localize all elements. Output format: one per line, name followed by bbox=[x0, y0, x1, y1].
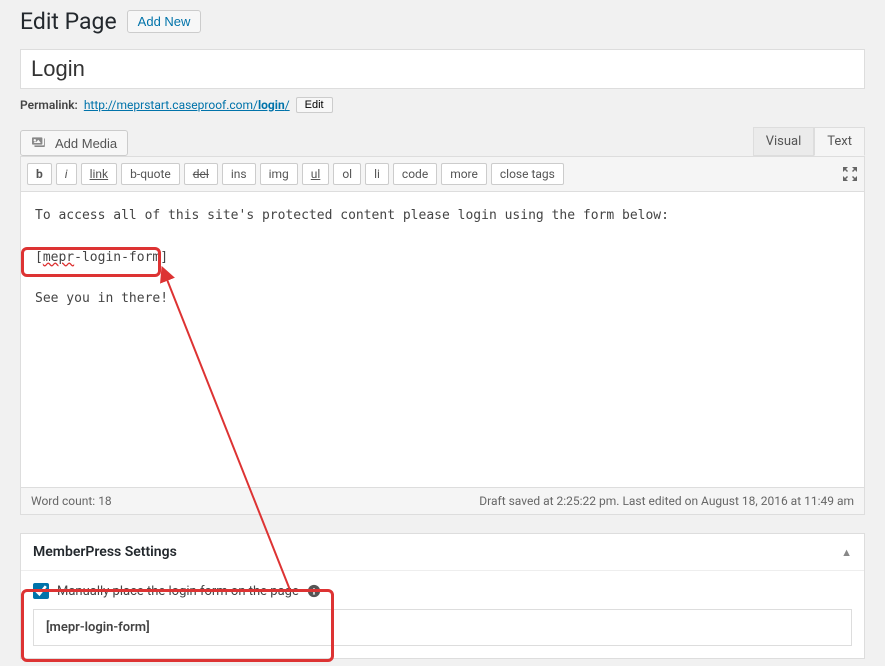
metabox-title: MemberPress Settings bbox=[33, 544, 177, 560]
permalink-label: Permalink: bbox=[20, 98, 78, 112]
toolbar-ins[interactable]: ins bbox=[222, 163, 256, 185]
tab-visual[interactable]: Visual bbox=[753, 127, 815, 156]
toolbar-ol[interactable]: ol bbox=[333, 163, 361, 185]
toolbar-li[interactable]: li bbox=[365, 163, 389, 185]
word-count-label: Word count: bbox=[31, 494, 98, 508]
permalink-link[interactable]: http://meprstart.caseproof.com/login/ bbox=[84, 98, 290, 112]
page-title: Edit Page bbox=[20, 8, 117, 35]
toolbar-i[interactable]: i bbox=[56, 163, 77, 185]
media-icon bbox=[31, 135, 49, 151]
toolbar-bquote[interactable]: b-quote bbox=[121, 163, 180, 185]
permalink-row: Permalink: http://meprstart.caseproof.co… bbox=[20, 97, 865, 113]
toolbar-more[interactable]: more bbox=[441, 163, 487, 185]
toolbar-b[interactable]: b bbox=[27, 163, 52, 185]
tab-text[interactable]: Text bbox=[814, 127, 865, 156]
page-title-input[interactable] bbox=[20, 49, 865, 89]
draft-saved: Draft saved at 2:25:22 pm. bbox=[479, 494, 622, 508]
add-media-label: Add Media bbox=[55, 136, 117, 151]
toolbar-ul[interactable]: ul bbox=[302, 163, 330, 185]
toolbar-code[interactable]: code bbox=[393, 163, 437, 185]
add-media-button[interactable]: Add Media bbox=[20, 130, 128, 156]
annotation-highlight-editor bbox=[21, 247, 161, 277]
toolbar-link[interactable]: link bbox=[81, 163, 118, 185]
metabox-toggle-icon[interactable]: ▲ bbox=[841, 546, 852, 559]
toolbar-del[interactable]: del bbox=[184, 163, 218, 185]
editor-textarea[interactable]: To access all of this site's protected c… bbox=[20, 192, 865, 488]
toolbar-close-tags[interactable]: close tags bbox=[491, 163, 564, 185]
toolbar-img[interactable]: img bbox=[260, 163, 298, 185]
last-edited: Last edited on August 18, 2016 at 11:49 … bbox=[622, 494, 854, 508]
fullscreen-icon[interactable] bbox=[842, 166, 858, 182]
annotation-highlight-metabox bbox=[21, 589, 334, 662]
editor-status-bar: Word count: 18 Draft saved at 2:25:22 pm… bbox=[20, 488, 865, 515]
word-count: 18 bbox=[98, 494, 112, 508]
editor-toolbar: b i link b-quote del ins img ul ol li co… bbox=[20, 156, 865, 192]
permalink-edit-button[interactable]: Edit bbox=[296, 97, 333, 113]
add-new-button[interactable]: Add New bbox=[127, 10, 202, 33]
